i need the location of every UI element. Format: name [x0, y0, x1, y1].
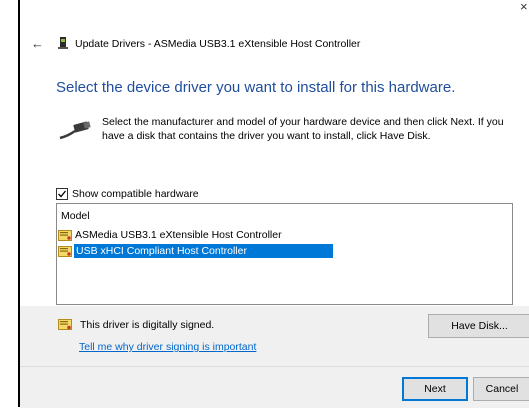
- device-manager-icon: [58, 37, 68, 49]
- model-list-header: Model: [61, 210, 90, 222]
- checkmark-icon: [58, 190, 67, 198]
- list-item-asmedia[interactable]: ASMedia USB3.1 eXtensible Host Controlle…: [57, 228, 282, 242]
- list-item-label: USB xHCI Compliant Host Controller: [74, 244, 333, 258]
- window-title: Update Drivers - ASMedia USB3.1 eXtensib…: [75, 38, 361, 50]
- list-item-usb-xhci[interactable]: USB xHCI Compliant Host Controller: [57, 244, 333, 258]
- cancel-button[interactable]: Cancel: [473, 377, 529, 401]
- model-list[interactable]: Model ASMedia USB3.1 eXtensible Host Con…: [56, 203, 513, 305]
- page-heading: Select the device driver you want to ins…: [56, 79, 456, 96]
- close-icon[interactable]: ×: [520, 0, 528, 13]
- instructions-text: Select the manufacturer and model of you…: [102, 116, 504, 142]
- show-compatible-checkbox[interactable]: [56, 188, 68, 200]
- show-compatible-label: Show compatible hardware: [72, 188, 199, 200]
- list-item-label: ASMedia USB3.1 eXtensible Host Controlle…: [75, 229, 282, 241]
- usb-plug-icon: [59, 121, 91, 141]
- driver-signing-link[interactable]: Tell me why driver signing is important: [79, 341, 256, 353]
- signing-status: This driver is digitally signed.: [80, 319, 215, 331]
- driver-certificate-icon: [58, 245, 72, 257]
- signed-driver-icon: [58, 319, 72, 331]
- driver-certificate-icon: [58, 229, 72, 241]
- have-disk-button[interactable]: Have Disk...: [428, 314, 529, 338]
- show-compatible-hardware-row[interactable]: Show compatible hardware: [56, 188, 199, 200]
- back-arrow-icon[interactable]: ←: [31, 37, 44, 50]
- next-button[interactable]: Next: [402, 377, 468, 401]
